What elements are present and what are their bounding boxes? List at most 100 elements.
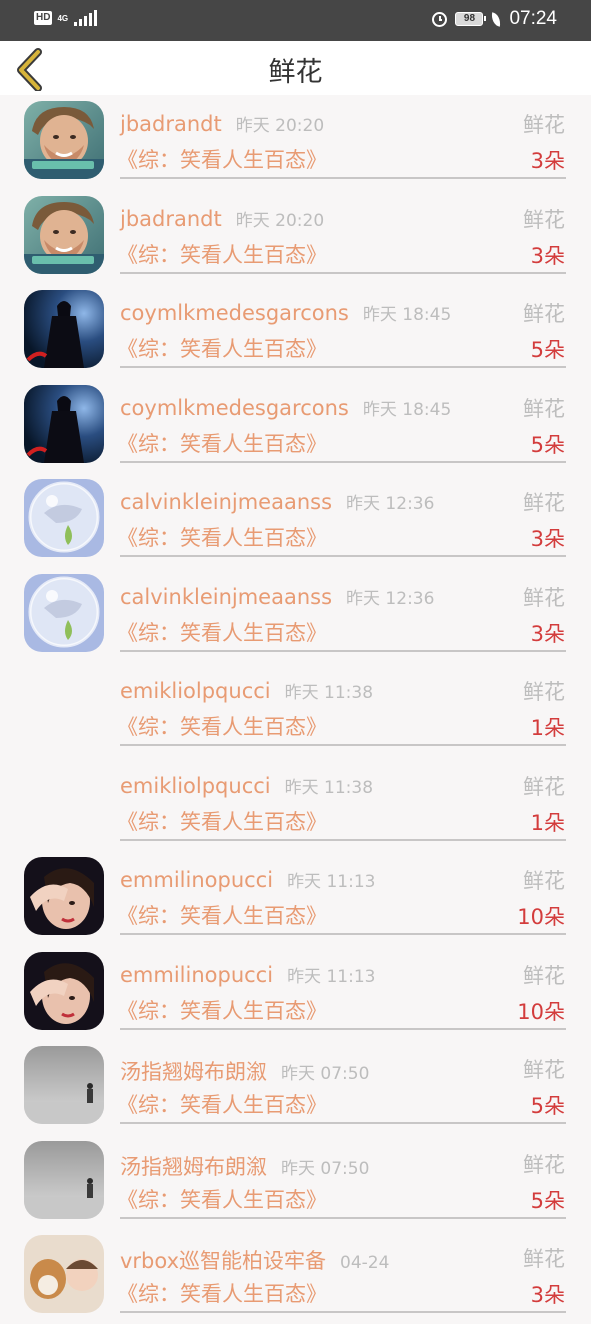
username[interactable]: 汤指翘姆布朗溆 昨天 07:50 bbox=[120, 1056, 369, 1086]
username-text[interactable]: jbadrandt bbox=[120, 112, 222, 136]
flower-count: 10朵 bbox=[517, 905, 565, 929]
book-title[interactable]: 《综：笑看人生百态》 bbox=[117, 1089, 327, 1119]
timestamp: 昨天 12:36 bbox=[346, 494, 435, 514]
avatar[interactable] bbox=[24, 857, 104, 935]
list-item[interactable]: vrbox巡智能柏设牢备 04-24 鲜花 《综：笑看人生百态》 3朵 bbox=[0, 1229, 591, 1324]
hd-icon: HD bbox=[34, 11, 53, 25]
avatar[interactable] bbox=[24, 1235, 104, 1313]
flower-count: 3朵 bbox=[530, 243, 565, 268]
list-item[interactable]: calvinkleinjmeaanss 昨天 12:36 鲜花 《综：笑看人生百态》 3… bbox=[0, 568, 591, 663]
divider bbox=[120, 177, 566, 179]
gift-type: 鲜花 bbox=[523, 491, 565, 515]
username[interactable]: jbadrandt 昨天 20:20 bbox=[120, 206, 324, 231]
list-item[interactable]: emmilinopucci 昨天 11:13 鲜花 《综：笑看人生百态》 10朵 bbox=[0, 851, 591, 946]
timestamp: 昨天 07:50 bbox=[281, 1064, 370, 1084]
username[interactable]: emmilinopucci 昨天 11:13 bbox=[120, 962, 375, 987]
list-item[interactable]: emikliolpqucci 昨天 11:38 鲜花 《综：笑看人生百态》 1朵 bbox=[0, 757, 591, 852]
username[interactable]: coymlkmedesgarcons 昨天 18:45 bbox=[120, 300, 451, 325]
divider bbox=[120, 366, 566, 368]
avatar[interactable] bbox=[24, 195, 104, 274]
list-item[interactable]: jbadrandt 昨天 20:20 鲜花 《综：笑看人生百态》 3朵 bbox=[0, 95, 591, 190]
username[interactable]: calvinkleinjmeaanss 昨天 12:36 bbox=[120, 584, 434, 609]
book-title[interactable]: 《综：笑看人生百态》 bbox=[117, 428, 327, 458]
username[interactable]: vrbox巡智能柏设牢备 04-24 bbox=[120, 1245, 389, 1275]
timestamp: 04-24 bbox=[340, 1253, 390, 1273]
list-item[interactable]: coymlkmedesgarcons 昨天 18:45 鲜花 《综：笑看人生百态》 5朵 bbox=[0, 284, 591, 379]
avatar[interactable] bbox=[24, 573, 104, 652]
list-item[interactable]: jbadrandt 昨天 20:20 鲜花《综：笑看人生百态》 3朵 bbox=[0, 190, 591, 285]
alarm-icon bbox=[432, 11, 448, 27]
timestamp: 昨天 20:20 bbox=[235, 210, 325, 231]
flower-count: 10朵 bbox=[517, 999, 565, 1024]
username-text[interactable]: jbadrandt bbox=[120, 207, 222, 231]
username-text[interactable]: vrbox巡智能柏设牢备 bbox=[120, 1249, 326, 1273]
list-item[interactable]: emmilinopucci 昨天 11:13 鲜花 《综：笑看人生百态》 10朵 bbox=[0, 946, 591, 1041]
divider bbox=[120, 1311, 566, 1313]
gift-type: 鲜花 bbox=[523, 396, 565, 421]
timestamp: 昨天 20:20 bbox=[235, 116, 325, 136]
book-title[interactable]: 《综：笑看人生百态》 bbox=[117, 995, 327, 1025]
book-title[interactable]: 《综：笑看人生百态》 bbox=[117, 333, 327, 363]
flower-count: 3朵 bbox=[530, 527, 565, 551]
username[interactable]: 汤指翘姆布朗溆 昨天 07:50 bbox=[120, 1151, 369, 1181]
gift-type: 鲜花 bbox=[523, 585, 565, 610]
book-title[interactable]: 《综：笑看人生百态》 bbox=[117, 617, 327, 647]
username-text[interactable]: calvinkleinjmeaanss bbox=[120, 490, 332, 514]
book-title[interactable]: 《综：笑看人生百态》 bbox=[117, 1278, 327, 1308]
divider bbox=[120, 1216, 566, 1219]
divider bbox=[120, 744, 566, 746]
username[interactable]: emikliolpqucci 昨天 11:38 bbox=[120, 678, 373, 703]
divider bbox=[120, 838, 566, 841]
username[interactable]: emikliolpqucci 昨天 11:38 bbox=[120, 773, 373, 798]
username-text[interactable]: emikliolpqucci bbox=[120, 774, 271, 798]
username-text[interactable]: calvinkleinjmeaanss bbox=[120, 585, 332, 609]
username[interactable]: coymlkmedesgarcons 昨天 18:45 bbox=[120, 395, 451, 420]
flower-count: 5朵 bbox=[530, 338, 565, 362]
book-title[interactable]: 《综：笑看人生百态》 bbox=[117, 144, 327, 174]
book-title[interactable]: 《综：笑看人生百态》 bbox=[117, 1184, 327, 1214]
avatar[interactable] bbox=[24, 951, 104, 1030]
username-text[interactable]: emmilinopucci bbox=[120, 868, 273, 892]
leaf-icon bbox=[490, 11, 503, 27]
flower-record-list: jbadrandt 昨天 20:20 鲜花 《综：笑看人生百态》 3朵 jbadrandt… bbox=[0, 95, 591, 1324]
gift-type: 鲜花 bbox=[523, 680, 565, 704]
username[interactable]: jbadrandt 昨天 20:20 bbox=[120, 111, 324, 136]
gift-type: 鲜花 bbox=[523, 113, 565, 137]
username-text[interactable]: coymlkmedesgarcons bbox=[120, 396, 349, 420]
username-text[interactable]: coymlkmedesgarcons bbox=[120, 301, 349, 325]
username[interactable]: calvinkleinjmeaanss 昨天 12:36 bbox=[120, 489, 434, 514]
list-item[interactable]: coymlkmedesgarcons 昨天 18:45 鲜花 《综：笑看人生百态》 5朵 bbox=[0, 379, 591, 474]
book-title[interactable]: 《综：笑看人生百态》 bbox=[117, 900, 327, 930]
list-item[interactable]: calvinkleinjmeaanss 昨天 12:36 鲜花《综：笑看人生百态》 3… bbox=[0, 473, 591, 568]
clock: 07:24 bbox=[509, 8, 557, 29]
list-item[interactable]: emikliolpqucci 昨天 11:38 鲜花 《综：笑看人生百态》 1朵 bbox=[0, 662, 591, 757]
username-text[interactable]: emmilinopucci bbox=[120, 963, 273, 987]
list-item[interactable]: 汤指翘姆布朗溆 昨天 07:50 鲜花 《综：笑看人生百态》 5朵 bbox=[0, 1135, 591, 1230]
username-text[interactable]: 汤指翘姆布朗溆 bbox=[120, 1155, 267, 1179]
avatar[interactable] bbox=[24, 479, 104, 557]
timestamp: 昨天 18:45 bbox=[362, 305, 452, 325]
book-title[interactable]: 《综：笑看人生百态》 bbox=[117, 806, 327, 836]
avatar[interactable] bbox=[24, 1140, 104, 1219]
battery-icon: 98 bbox=[455, 12, 487, 26]
timestamp: 昨天 07:50 bbox=[281, 1158, 370, 1179]
book-title[interactable]: 《综：笑看人生百态》 bbox=[117, 522, 327, 552]
divider bbox=[120, 271, 566, 274]
flower-count: 3朵 bbox=[530, 1283, 565, 1307]
username[interactable]: emmilinopucci 昨天 11:13 bbox=[120, 867, 375, 892]
avatar[interactable] bbox=[24, 101, 104, 179]
network-type: 4G bbox=[57, 13, 69, 23]
flower-count: 5朵 bbox=[530, 1188, 565, 1213]
list-item[interactable]: 汤指翘姆布朗溆 昨天 07:50 鲜花 《综：笑看人生百态》 5朵 bbox=[0, 1040, 591, 1135]
avatar[interactable] bbox=[24, 290, 104, 368]
username-text[interactable]: emikliolpqucci bbox=[120, 679, 271, 703]
timestamp: 昨天 11:38 bbox=[284, 683, 374, 703]
avatar[interactable] bbox=[24, 1046, 104, 1124]
username-text[interactable]: 汤指翘姆布朗溆 bbox=[120, 1060, 267, 1084]
book-title[interactable]: 《综：笑看人生百态》 bbox=[117, 711, 327, 741]
gift-type: 鲜花 bbox=[523, 1058, 565, 1082]
book-title[interactable]: 《综：笑看人生百态》 bbox=[117, 239, 327, 269]
avatar[interactable] bbox=[24, 384, 104, 463]
gift-type: 鲜花 bbox=[523, 207, 565, 232]
header: 鲜花 bbox=[0, 41, 591, 95]
